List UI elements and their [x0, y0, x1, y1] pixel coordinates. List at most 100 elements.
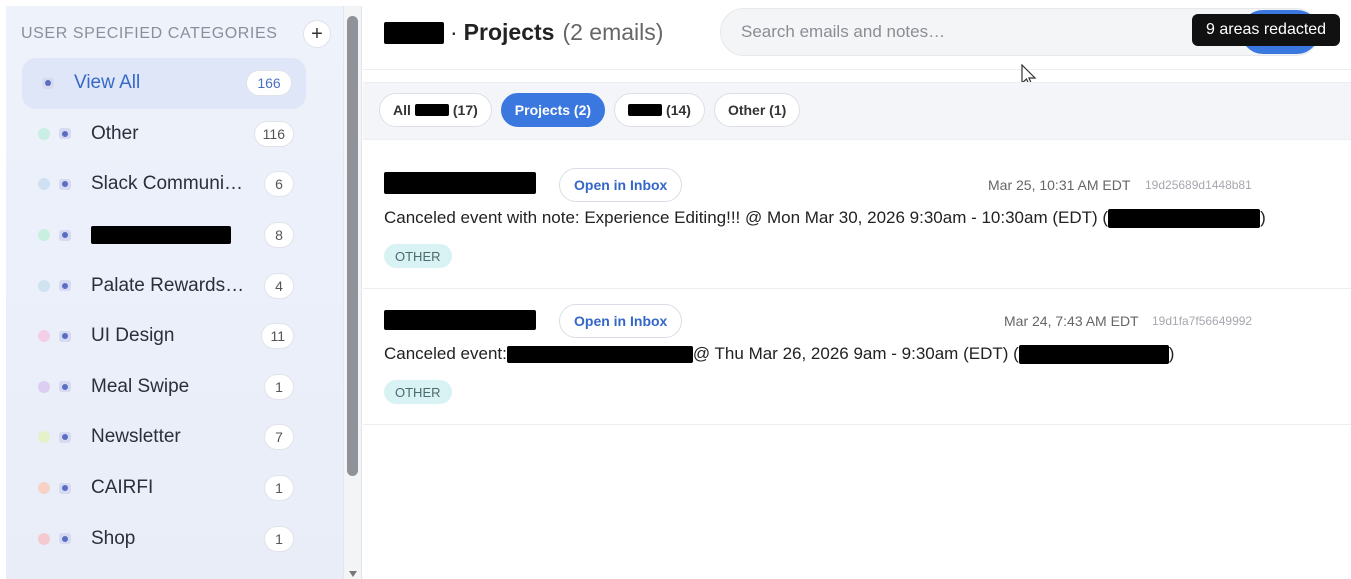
category-item-ui-design[interactable]: UI Design 11 [22, 311, 328, 362]
redaction-block [1018, 344, 1169, 364]
filter-chip-projects[interactable]: Projects (2) [500, 93, 606, 127]
filter-bar: All (17) Projects (2) (14) Other (1) [363, 82, 1351, 140]
email-date: Mar 24, 7:43 AM EDT [1004, 313, 1139, 329]
category-item-view-all[interactable]: View All 166 [22, 58, 306, 109]
category-label: Meal Swipe [91, 375, 190, 397]
chip-count: (17) [452, 102, 478, 118]
redaction-block [628, 104, 663, 116]
message-id: 19d25689d1448b81 [1145, 178, 1252, 192]
chip-label: Other (1) [727, 102, 787, 118]
category-label: Newsletter [91, 426, 181, 448]
subject-end: ) [1168, 344, 1175, 363]
category-count: 1 [264, 475, 294, 502]
redaction-block [384, 21, 444, 44]
add-category-button[interactable]: + [303, 20, 331, 48]
subject-text: Canceled event with note: Experience Edi… [384, 208, 1109, 227]
category-label: Other [91, 122, 139, 144]
category-item-shop[interactable]: Shop 1 [22, 513, 328, 564]
redaction-block [414, 104, 449, 116]
category-count: 166 [246, 70, 292, 97]
category-item-palate-rewards[interactable]: Palate Rewards… 4 [22, 260, 328, 311]
category-label: CAIRFI [91, 477, 154, 499]
category-count: 8 [264, 222, 294, 249]
color-dot-icon [38, 532, 50, 545]
email-subject: Canceled event: @ Thu Mar 26, 2026 9am -… [384, 344, 1174, 364]
tag-icon [59, 229, 71, 241]
email-date: Mar 25, 10:31 AM EDT [988, 177, 1131, 193]
redaction-block [1108, 208, 1261, 228]
color-dot-icon [38, 178, 50, 191]
sidebar-title: USER SPECIFIED CATEGORIES [21, 25, 278, 42]
category-count: 116 [253, 120, 294, 147]
category-item-meal-swipe[interactable]: Meal Swipe 1 [22, 362, 328, 413]
open-in-inbox-button[interactable]: Open in Inbox [559, 304, 683, 338]
sidebar-header: USER SPECIFIED CATEGORIES + [21, 20, 331, 48]
category-label-badge: OTHER [384, 380, 452, 404]
sender-redacted [384, 172, 536, 194]
category-count: 6 [264, 171, 294, 198]
color-dot-icon [38, 380, 50, 393]
filter-chips: All (17) Projects (2) (14) Other (1) [379, 93, 801, 127]
page-title: · Projects (2 emails) [384, 19, 663, 46]
title-separator: · [450, 19, 458, 45]
category-item-redacted[interactable]: 8 [22, 210, 328, 261]
category-item-newsletter[interactable]: Newsletter 7 [22, 412, 328, 463]
category-label-badge: OTHER [384, 244, 452, 268]
category-label: Slack Communi… [91, 173, 244, 195]
color-dot-icon [38, 482, 50, 495]
email-row[interactable]: Open in Inbox Mar 24, 7:43 AM EDT 19d1fa… [363, 289, 1351, 425]
category-count: 11 [261, 323, 294, 350]
tag-icon [59, 178, 71, 190]
email-row[interactable]: Open in Inbox Mar 25, 10:31 AM EDT 19d25… [363, 153, 1351, 289]
email-count: (2 emails) [562, 19, 664, 45]
category-count: 1 [264, 373, 294, 400]
category-count: 4 [264, 272, 294, 299]
category-label: Shop [91, 527, 136, 549]
filter-chip-redacted[interactable]: (14) [614, 93, 705, 127]
open-in-inbox-button[interactable]: Open in Inbox [559, 168, 683, 202]
tag-icon [59, 280, 71, 292]
color-dot-icon [38, 279, 50, 292]
category-item-cairfi[interactable]: CAIRFI 1 [22, 463, 328, 514]
category-list: View All 166 Other 116 Slack Communi… 6 … [22, 58, 328, 564]
chip-label: All [393, 102, 411, 118]
redaction-block [506, 345, 693, 363]
email-subject: Canceled event with note: Experience Edi… [384, 208, 1266, 228]
tag-icon [59, 431, 71, 443]
subject-middle: @ Thu Mar 26, 2026 9am - 9:30am (EDT) ( [692, 344, 1019, 363]
top-bar: · Projects (2 emails) 9 areas redacted [363, 6, 1351, 87]
color-dot-icon [38, 127, 50, 140]
subject-text: Canceled event: [384, 344, 507, 363]
subject-end: ) [1260, 208, 1266, 227]
scrollbar-thumb[interactable] [347, 16, 358, 476]
tag-icon [59, 533, 71, 545]
scroll-down-icon[interactable] [349, 571, 357, 577]
category-item-slack[interactable]: Slack Communi… 6 [22, 159, 328, 210]
tag-icon [42, 77, 54, 89]
category-item-other[interactable]: Other 116 [22, 109, 328, 160]
tag-icon [59, 381, 71, 393]
redaction-badge: 9 areas redacted [1192, 14, 1341, 46]
category-label [91, 224, 246, 246]
color-dot-icon [38, 330, 50, 343]
sender-redacted [384, 310, 536, 330]
color-dot-icon [38, 229, 50, 242]
sidebar-scrollbar[interactable] [344, 6, 362, 579]
category-label: UI Design [91, 325, 175, 347]
filter-chip-other[interactable]: Other (1) [713, 93, 801, 127]
message-id: 19d1fa7f56649992 [1152, 314, 1253, 328]
chip-label: Projects (2) [514, 102, 592, 118]
category-title: Projects [463, 19, 555, 45]
tag-icon [59, 128, 71, 140]
chip-count: (14) [666, 102, 691, 118]
color-dot-icon [38, 431, 50, 444]
category-count: 1 [264, 525, 294, 552]
category-label: Palate Rewards… [91, 274, 245, 296]
category-count: 7 [264, 424, 294, 451]
filter-chip-all[interactable]: All (17) [379, 93, 492, 127]
redaction-block [91, 226, 231, 245]
tag-icon [59, 330, 71, 342]
sidebar: USER SPECIFIED CATEGORIES + View All 166… [6, 6, 344, 579]
category-label: View All [74, 72, 141, 94]
main-panel: · Projects (2 emails) 9 areas redacted A… [363, 6, 1351, 579]
